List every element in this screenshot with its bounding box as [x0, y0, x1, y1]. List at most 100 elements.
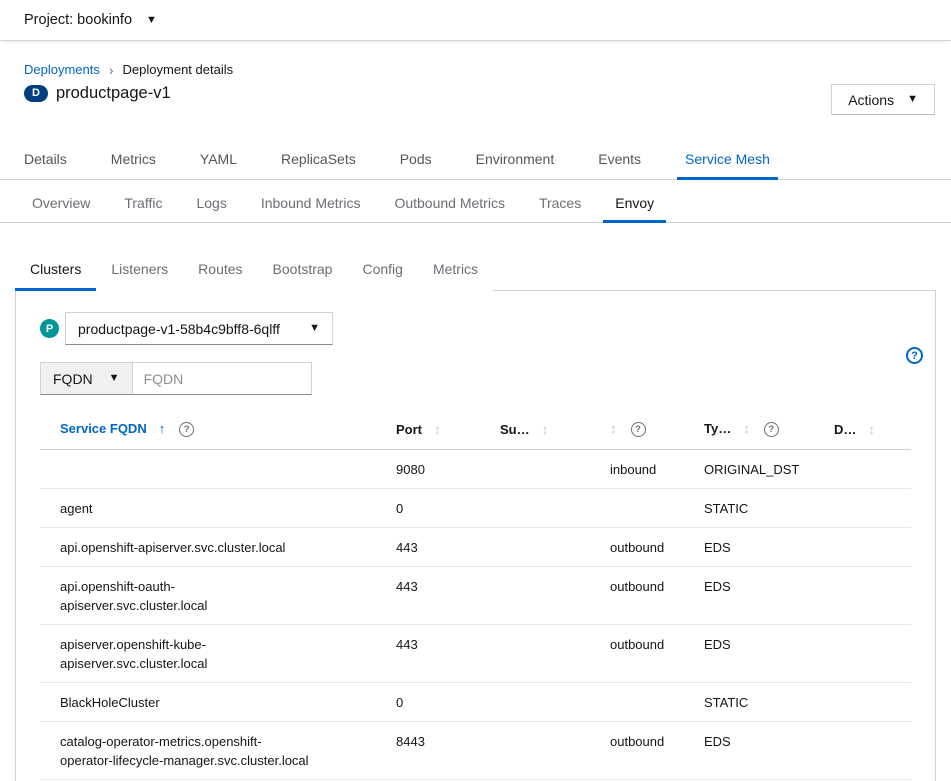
cell-port: 443 — [376, 567, 480, 625]
column-sort-button-direction[interactable]: ↕ — [610, 421, 617, 436]
table-row: BlackHoleCluster0STATIC — [40, 683, 911, 722]
tab-clusters[interactable]: Clusters — [15, 251, 96, 291]
tab-traffic[interactable]: Traffic — [112, 187, 174, 223]
sort-icon: ↕ — [434, 422, 441, 437]
pod-selector-row: P productpage-v1-58b4c9bff8-6qlff ▼ — [40, 312, 911, 345]
pod-selector[interactable]: productpage-v1-58b4c9bff8-6qlff ▼ — [65, 312, 333, 345]
cell-destination-rule — [814, 567, 911, 625]
column-help-icon-direction[interactable]: ? — [631, 422, 646, 437]
column-sort-button-type[interactable]: Ty…↕ — [704, 421, 750, 436]
cell-destination-rule — [814, 683, 911, 722]
cell-service-fqdn: api.openshift-apiserver.svc.cluster.loca… — [40, 528, 376, 567]
envoy-tabs-row: ClustersListenersRoutesBootstrapConfigMe… — [15, 251, 936, 291]
project-selector[interactable]: Project: bookinfo ▼ — [24, 12, 157, 28]
clusters-panel: P productpage-v1-58b4c9bff8-6qlff ▼ ? FQ… — [15, 291, 936, 781]
table-row: agent0STATIC — [40, 489, 911, 528]
table-row: catalog-operator-metrics.openshift-opera… — [40, 722, 911, 780]
cell-subset — [480, 567, 590, 625]
cell-type: EDS — [684, 722, 814, 780]
cell-destination-rule — [814, 625, 911, 683]
column-sort-button-service-fqdn[interactable]: Service FQDN ↑ — [60, 421, 165, 436]
cell-port: 8443 — [376, 722, 480, 780]
tabs-filler — [493, 251, 936, 291]
project-selector-label: Project: bookinfo — [24, 12, 132, 28]
tab-yaml[interactable]: YAML — [192, 143, 245, 180]
tab-service-mesh[interactable]: Service Mesh — [677, 143, 778, 180]
column-help-icon-type[interactable]: ? — [764, 422, 779, 437]
cell-subset — [480, 683, 590, 722]
tab-listeners[interactable]: Listeners — [96, 251, 183, 291]
cell-subset — [480, 489, 590, 528]
table-row: api.openshift-apiserver.svc.cluster.loca… — [40, 528, 911, 567]
cell-direction: outbound — [590, 722, 684, 780]
main-tabs: Details Metrics YAML ReplicaSets Pods Environ… — [0, 143, 951, 180]
tab-routes[interactable]: Routes — [183, 251, 257, 291]
tab-metrics[interactable]: Metrics — [103, 143, 164, 180]
column-header-port: Port↕ — [376, 409, 480, 450]
cell-direction: outbound — [590, 567, 684, 625]
filter-type-select[interactable]: FQDN ▼ — [40, 362, 133, 395]
column-header-direction: ↕? — [590, 409, 684, 450]
cell-subset — [480, 625, 590, 683]
sort-icon: ↕ — [868, 422, 875, 437]
column-header-destination-rule: D…↕ — [814, 409, 911, 450]
cell-direction: inbound — [590, 450, 684, 489]
envoy-tabs: ClustersListenersRoutesBootstrapConfigMe… — [15, 251, 493, 291]
help-icon[interactable]: ? — [906, 347, 923, 364]
tab-inbound-metrics[interactable]: Inbound Metrics — [249, 187, 373, 223]
column-label-service-fqdn: Service FQDN — [60, 421, 147, 436]
cell-subset — [480, 450, 590, 489]
fqdn-filter-input[interactable] — [133, 362, 312, 395]
cell-direction: outbound — [590, 625, 684, 683]
service-mesh-sub-tabs: Overview Traffic Logs Inbound MetricsOutbou… — [0, 187, 951, 223]
cell-destination-rule — [814, 450, 911, 489]
page-header: Deployments › Deployment details D produ… — [0, 41, 951, 103]
cell-service-fqdn — [40, 450, 376, 489]
table-row: api.openshift-oauth-apiserver.svc.cluste… — [40, 567, 911, 625]
cell-subset — [480, 528, 590, 567]
page-title: productpage-v1 — [56, 84, 171, 103]
table-row: 9080 inboundORIGINAL_DST — [40, 450, 911, 489]
table-header-row: Service FQDN↑?Port↕Su…↕↕?Ty…↕?D…↕ — [40, 409, 911, 450]
cell-type: STATIC — [684, 683, 814, 722]
column-help-icon-service-fqdn[interactable]: ? — [179, 422, 194, 437]
tab-bootstrap[interactable]: Bootstrap — [258, 251, 348, 291]
cell-subset — [480, 722, 590, 780]
tab-environment[interactable]: Environment — [468, 143, 563, 180]
cell-port: 443 — [376, 625, 480, 683]
sort-icon: ↕ — [542, 422, 549, 437]
tab-metrics[interactable]: Metrics — [418, 251, 493, 291]
tab-logs[interactable]: Logs — [184, 187, 238, 223]
tab-pods[interactable]: Pods — [392, 143, 440, 180]
breadcrumb-link-deployments[interactable]: Deployments — [24, 62, 100, 77]
cell-type: EDS — [684, 567, 814, 625]
cell-port: 443 — [376, 528, 480, 567]
pod-badge: P — [40, 319, 59, 338]
tab-envoy[interactable]: Envoy — [603, 187, 666, 223]
column-header-type: Ty…↕? — [684, 409, 814, 450]
tab-config[interactable]: Config — [347, 251, 417, 291]
caret-down-icon: ▼ — [109, 373, 120, 384]
tab-replicasets[interactable]: ReplicaSets — [273, 143, 364, 180]
cell-type: ORIGINAL_DST — [684, 450, 814, 489]
column-sort-button-subset[interactable]: Su…↕ — [500, 422, 548, 437]
filter-type-value: FQDN — [53, 371, 93, 387]
breadcrumb-current: Deployment details — [123, 62, 234, 77]
table-row: apiserver.openshift-kube-apiserver.svc.c… — [40, 625, 911, 683]
caret-down-icon: ▼ — [146, 15, 157, 26]
column-sort-button-destination-rule[interactable]: D…↕ — [834, 422, 875, 437]
tab-overview[interactable]: Overview — [20, 187, 102, 223]
tab-events[interactable]: Events — [590, 143, 649, 180]
title-row: D productpage-v1 — [24, 84, 927, 103]
column-sort-button-port[interactable]: Port↕ — [396, 422, 441, 437]
cell-port: 9080 — [376, 450, 480, 489]
tab-traces[interactable]: Traces — [527, 187, 593, 223]
sort-ascending-icon: ↑ — [159, 421, 166, 436]
breadcrumb: Deployments › Deployment details — [24, 62, 927, 77]
sort-icon: ↕ — [610, 421, 617, 436]
project-bar: Project: bookinfo ▼ — [0, 0, 951, 41]
tab-outbound-metrics[interactable]: Outbound Metrics — [382, 187, 517, 223]
tab-details[interactable]: Details — [16, 143, 75, 180]
actions-button[interactable]: Actions ▼ — [831, 84, 935, 115]
cell-service-fqdn: agent — [40, 489, 376, 528]
